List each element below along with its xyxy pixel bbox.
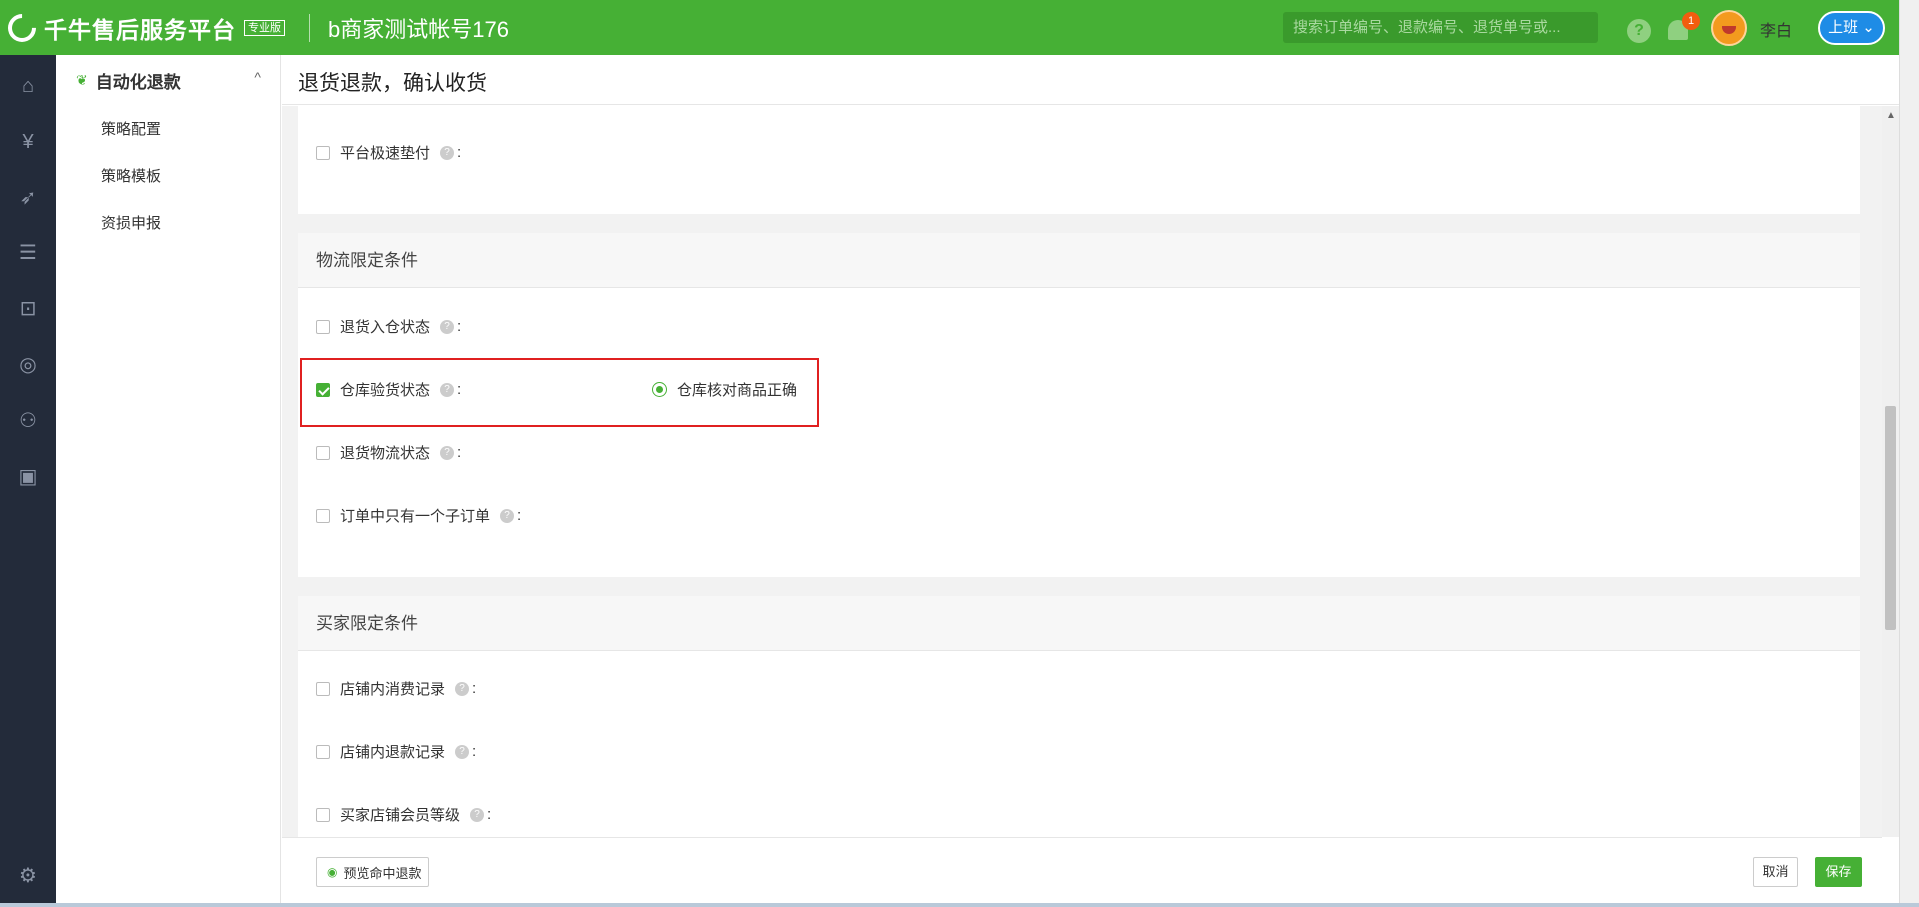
question-icon[interactable]: ? — [500, 508, 515, 523]
shift-label: 上班 — [1828, 19, 1859, 36]
footer-bar: ◉ 预览命中退款 取消 保存 — [282, 837, 1882, 903]
checkbox[interactable] — [316, 445, 330, 460]
divider — [309, 13, 310, 42]
checkbox[interactable] — [316, 807, 330, 822]
list-icon[interactable]: ☰ — [15, 240, 41, 266]
eye-icon: ◉ — [327, 865, 338, 879]
buyer-conditions-card: 买家限定条件 店铺内消费记录 ?: 店铺内退款记录 ?: 买家店铺会员等级 ?: — [298, 596, 1860, 837]
rocket-icon[interactable]: ➶ — [15, 185, 41, 211]
subnav-item-loss-report[interactable]: 资损申报 — [101, 212, 161, 233]
condition-row: 店铺内消费记录 ?: — [316, 678, 476, 699]
checkbox[interactable] — [316, 681, 330, 696]
page-title: 退货退款，确认收货 — [298, 72, 487, 95]
scrollbar-thumb[interactable] — [1885, 406, 1896, 630]
condition-row: 退货入仓状态 ?: — [316, 316, 461, 337]
preview-label: 预览命中退款 — [343, 865, 422, 881]
question-icon[interactable]: ? — [440, 145, 455, 160]
preview-button[interactable]: ◉ 预览命中退款 — [316, 857, 429, 887]
condition-row: 仓库验货状态 ?: 仓库核对商品正确 — [316, 379, 797, 400]
calendar-icon[interactable]: ▣ — [15, 464, 41, 490]
section-title: 物流限定条件 — [298, 233, 1860, 288]
icon-sidebar: ⌂ ¥ ➶ ☰ ⊡ ◎ ⚇ ▣ ⚙ — [0, 55, 56, 907]
checkbox[interactable] — [316, 382, 330, 397]
top-bar: 千牛售后服务平台 专业版 b商家测试帐号176 — [0, 0, 1899, 55]
question-icon[interactable]: ? — [470, 807, 485, 822]
checkbox[interactable] — [316, 319, 330, 334]
settings-icon[interactable]: ⚙ — [15, 863, 41, 889]
checkbox[interactable] — [316, 744, 330, 759]
condition-label: 买家店铺会员等级 — [340, 807, 461, 824]
logo-icon — [2, 7, 42, 48]
condition-label: 店铺内消费记录 — [340, 681, 446, 698]
section-title: 买家限定条件 — [298, 596, 1860, 651]
condition-row: 平台极速垫付 ?: — [316, 142, 461, 163]
checkbox[interactable] — [316, 508, 330, 523]
question-icon[interactable]: ? — [455, 681, 470, 696]
yuan-icon[interactable]: ¥ — [15, 129, 41, 155]
cancel-button[interactable]: 取消 — [1753, 857, 1798, 887]
notification-badge: 1 — [1682, 12, 1700, 30]
checkbox[interactable] — [316, 145, 330, 160]
save-button[interactable]: 保存 — [1815, 857, 1862, 887]
app-name: 千牛售后服务平台 — [44, 16, 236, 43]
shift-button[interactable]: 上班 ⌄ — [1818, 11, 1885, 45]
notification-bell[interactable]: 1 — [1664, 12, 1700, 46]
users-icon[interactable]: ⚇ — [15, 408, 41, 434]
question-icon[interactable]: ? — [455, 744, 470, 759]
condition-row: 订单中只有一个子订单 ?: — [316, 505, 521, 526]
condition-label: 店铺内退款记录 — [340, 744, 446, 761]
window-scrollbar[interactable] — [1899, 0, 1919, 907]
question-icon[interactable]: ? — [440, 382, 455, 397]
edition-badge: 专业版 — [244, 19, 285, 36]
question-icon[interactable]: ? — [440, 319, 455, 334]
form-content: 平台极速垫付 ?: 物流限定条件 退货入仓状态 ?: 仓库验货状态 ?: 仓库核… — [282, 106, 1882, 837]
logistics-conditions-card: 物流限定条件 退货入仓状态 ?: 仓库验货状态 ?: 仓库核对商品正确 退货物流… — [298, 233, 1860, 577]
subnav-title: 自动化退款 — [95, 72, 181, 92]
radio-label: 仓库核对商品正确 — [677, 382, 798, 399]
question-icon[interactable]: ? — [440, 445, 455, 460]
avatar[interactable] — [1711, 10, 1747, 46]
logo[interactable]: 千牛售后服务平台 专业版 — [2, 7, 285, 48]
subnav-group-header[interactable]: ❦ 自动化退款 ^ — [56, 55, 281, 105]
subnav-item-strategy-config[interactable]: 策略配置 — [101, 118, 161, 139]
leaf-icon: ❦ — [76, 71, 88, 88]
condition-label: 退货物流状态 — [340, 445, 431, 462]
radio-button[interactable] — [652, 382, 667, 397]
search-input[interactable]: 搜索订单编号、退款编号、退货单号或... — [1283, 12, 1598, 43]
condition-label: 退货入仓状态 — [340, 319, 431, 336]
top-conditions-card: 平台极速垫付 ?: — [298, 106, 1860, 214]
username[interactable]: 李白 — [1760, 17, 1792, 41]
account-name: b商家测试帐号176 — [328, 16, 509, 42]
radio-option[interactable]: 仓库核对商品正确 — [652, 379, 797, 400]
condition-row: 退货物流状态 ?: — [316, 442, 461, 463]
taskbar — [0, 903, 1919, 907]
chevron-up-icon[interactable]: ^ — [254, 69, 261, 85]
scrollbar[interactable]: ▲ — [1882, 106, 1899, 837]
page-header: 退货退款，确认收货 — [282, 55, 1899, 105]
condition-label: 平台极速垫付 — [340, 145, 431, 162]
condition-label: 仓库验货状态 — [340, 382, 431, 399]
subnav-item-strategy-template[interactable]: 策略模板 — [101, 165, 161, 186]
compass-icon[interactable]: ◎ — [15, 352, 41, 378]
refund-icon[interactable]: ⊡ — [15, 296, 41, 322]
home-icon[interactable]: ⌂ — [15, 73, 41, 99]
condition-row: 买家店铺会员等级 ?: — [316, 804, 491, 825]
sub-navigation: ❦ 自动化退款 ^ 策略配置 策略模板 资损申报 — [56, 55, 281, 907]
scroll-up-icon[interactable]: ▲ — [1886, 110, 1896, 121]
help-icon[interactable]: ? — [1627, 19, 1651, 43]
condition-label: 订单中只有一个子订单 — [340, 508, 491, 525]
condition-row: 店铺内退款记录 ?: — [316, 741, 476, 762]
